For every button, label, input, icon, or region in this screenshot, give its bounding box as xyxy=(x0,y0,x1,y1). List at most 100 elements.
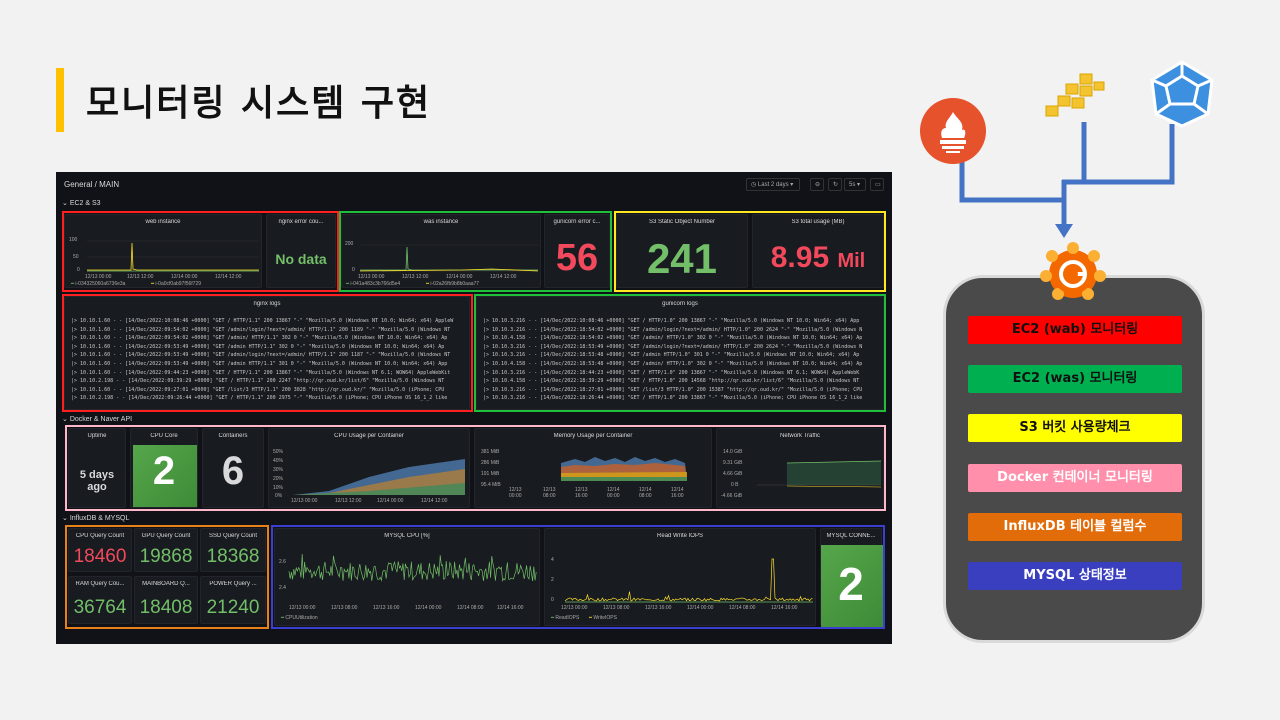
dashboard-breadcrumb[interactable]: General / MAIN xyxy=(64,180,119,189)
power-query-value: 21240 xyxy=(206,597,260,618)
x-tick: 12/14 12:00 xyxy=(490,274,517,280)
log-line: |> 10.10.3.216 - - [14/Dec/2022:18:54:02… xyxy=(483,326,863,333)
panel-gpu-query[interactable]: GPU Query Count 19868 xyxy=(134,528,198,572)
log-line: |> 10.10.4.158 - - [14/Dec/2022:18:54:02… xyxy=(483,335,863,342)
zoom-out-icon[interactable]: ⊖ xyxy=(810,178,824,191)
legend-item[interactable]: ━ i-02a26fb9b8b0aaa77 xyxy=(426,281,479,287)
section-ec2[interactable]: ⌄ EC2 & S3 xyxy=(62,199,101,207)
legend-item[interactable]: ━ i-034325060a6736e3a xyxy=(71,281,125,287)
panel-nginx-error[interactable]: nginx error cou... No data xyxy=(266,214,336,288)
network-chart xyxy=(757,460,882,488)
panel-cpu-core[interactable]: CPU Core 2 xyxy=(130,428,198,508)
x-tick: 12/13 12:00 xyxy=(402,274,429,280)
dashboard-topbar: General / MAIN ◷ Last 2 days ▾ ⊖ ↻ 5s ▾ … xyxy=(56,172,892,196)
x-tick: 12/14 00:00 xyxy=(171,274,198,280)
log-line: |> 10.10.3.216 - - [14/Dec/2022:18:27:01… xyxy=(483,386,863,393)
panel-mysql-connections[interactable]: MYSQL CONNE... 2 xyxy=(820,528,883,627)
dodecahedron-icon xyxy=(1146,58,1218,130)
panel-title: GPU Query Count xyxy=(141,533,191,539)
panel-mysql-cpu[interactable]: MYSQL CPU [%] 2.6 2.4 12/13 00:00 12/13 … xyxy=(274,528,540,626)
legend-item-2: EC2 (was) 모니터링 xyxy=(968,365,1182,393)
legend-item-5: InfluxDB 테이블 컬럼수 xyxy=(968,513,1182,541)
panel-s3-objects[interactable]: S3 Static Object Number 241 xyxy=(616,214,748,288)
grafana-icon xyxy=(1040,238,1106,304)
cpu-query-value: 18460 xyxy=(73,546,127,567)
ssd-query-value: 18368 xyxy=(206,546,260,567)
x-tick: 12/13 00:00 xyxy=(561,605,588,611)
legend-item[interactable]: ━ CPUUtilization xyxy=(281,615,318,621)
panel-mainboard-query[interactable]: MAINBOARD Q... 18408 xyxy=(134,576,198,624)
x-tick: 12/13 08:00 xyxy=(543,487,556,499)
x-tick: 12/13 00:00 xyxy=(509,487,522,499)
panel-s3-usage[interactable]: S3 total usage (MB) 8.95 Mil xyxy=(752,214,884,288)
panel-network-traffic[interactable]: Network Traffic 14.0 GiB 9.31 GiB 4.66 G… xyxy=(716,428,884,508)
refresh-icon[interactable]: ↻ xyxy=(828,178,842,191)
x-tick: 12/13 08:00 xyxy=(603,605,630,611)
gpu-query-value: 19868 xyxy=(139,546,193,567)
panel-memory-per-container[interactable]: Memory Usage per Container 381 MiB 286 M… xyxy=(474,428,712,508)
x-tick: 12/14 00:00 xyxy=(607,487,620,499)
panel-ram-query[interactable]: RAM Query Cou... 36764 xyxy=(68,576,132,624)
log-line: |> 10.10.1.60 - - [14/Dec/2022:09:44:23 … xyxy=(71,369,451,376)
log-line: |> 10.10.3.216 - - [14/Dec/2022:18:26:44… xyxy=(483,395,863,402)
legend-item[interactable]: ━ ReadIOPS xyxy=(551,615,579,621)
tv-mode-icon[interactable]: ▭ xyxy=(870,178,884,191)
panel-title: CPU Core xyxy=(150,433,178,439)
panel-gunicorn-error[interactable]: gunicorn error c... 56 xyxy=(544,214,610,288)
gunicorn-error-value: 56 xyxy=(555,237,599,279)
panel-web-instance[interactable]: web instance 100 50 0 12/13 00:00 12/13 … xyxy=(64,214,262,288)
legend-item-1: EC2 (wab) 모니터링 xyxy=(968,316,1182,344)
panel-was-instance[interactable]: was instance 200 0 12/13 00:00 12/13 12:… xyxy=(341,214,541,288)
section-docker[interactable]: ⌄ Docker & Naver API xyxy=(62,415,132,423)
x-tick: 12/14 08:00 xyxy=(457,605,484,611)
refresh-interval[interactable]: 5s ▾ xyxy=(844,178,866,191)
influxdb-cubes-icon xyxy=(1044,72,1106,120)
panel-uptime[interactable]: Uptime 5 days ago xyxy=(68,428,126,508)
legend-item[interactable]: ━ i-041a483c3b766d5e4 xyxy=(346,281,400,287)
log-line: |> 10.10.3.216 - - [14/Dec/2022:18:53:49… xyxy=(483,343,863,350)
mysql-cpu-line xyxy=(288,554,537,582)
panel-title: nginx logs xyxy=(253,301,281,307)
panel-cpu-per-container[interactable]: CPU Usage per Container 50% 40% 30% 20% … xyxy=(268,428,470,508)
log-line: |> 10.10.2.198 - - [14/Dec/2022:09:39:29… xyxy=(71,378,445,385)
connector-line xyxy=(959,162,1062,203)
nginx-error-value: No data xyxy=(275,251,327,267)
x-tick: 12/14 12:00 xyxy=(215,274,242,280)
gunicorn-log-lines: |> 10.10.3.216 - - [14/Dec/2022:10:08:46… xyxy=(483,317,879,403)
mainboard-query-value: 18408 xyxy=(139,597,193,618)
uptime-value: 5 days ago xyxy=(79,469,115,493)
panel-title: S3 Static Object Number xyxy=(648,219,716,225)
panel-title: S3 total usage (MB) xyxy=(791,219,845,225)
panel-read-write-iops[interactable]: Read Write IOPS 4 2 0 12/13 00:00 12/13 … xyxy=(544,528,816,626)
x-tick: 12/14 00:00 xyxy=(377,498,404,504)
panel-cpu-query[interactable]: CPU Query Count 18460 xyxy=(68,528,132,572)
write-iops-line xyxy=(564,558,813,602)
panel-title: gunicorn logs xyxy=(662,301,698,307)
log-line: |> 10.10.3.216 - - [14/Dec/2022:18:53:48… xyxy=(483,352,860,359)
slide-title: 모니터링 시스템 구현 xyxy=(86,83,432,124)
log-line: |> 10.10.1.60 - - [14/Dec/2022:10:08:46 … xyxy=(71,318,454,324)
x-tick: 12/13 12:00 xyxy=(127,274,154,280)
legend-item[interactable]: ━ WriteIOPS xyxy=(589,615,617,621)
panel-ssd-query[interactable]: SSD Query Count 18368 xyxy=(200,528,266,572)
legend-item[interactable]: ━ i-0a0cf0ab97f56f729 xyxy=(151,281,201,287)
panel-power-query[interactable]: POWER Query ... 21240 xyxy=(200,576,266,624)
cpu-core-value: 2 xyxy=(152,449,176,493)
time-range-label: Last 2 days xyxy=(757,182,789,188)
log-line: |> 10.10.4.158 - - [14/Dec/2022:18:39:29… xyxy=(483,378,860,385)
arrow-head-icon xyxy=(1055,224,1073,238)
panel-gunicorn-logs[interactable]: gunicorn logs |> 10.10.3.216 - - [14/Dec… xyxy=(476,296,884,410)
nginx-log-lines: |> 10.10.1.60 - - [14/Dec/2022:10:08:46 … xyxy=(71,317,465,403)
panel-nginx-logs[interactable]: nginx logs |> 10.10.1.60 - - [14/Dec/202… xyxy=(64,296,470,410)
panel-containers[interactable]: Containers 6 xyxy=(202,428,264,508)
panel-title: SSD Query Count xyxy=(208,533,258,539)
x-tick: 12/14 08:00 xyxy=(639,487,652,499)
section-influx[interactable]: ⌄ InfluxDB & MYSQL xyxy=(62,514,129,522)
cpu-container-chart xyxy=(293,459,465,495)
x-tick: 12/14 16:00 xyxy=(671,487,684,499)
panel-title: gunicorn error c... xyxy=(553,219,601,225)
time-range-picker[interactable]: ◷ Last 2 days ▾ xyxy=(746,178,800,191)
x-tick: 12/13 00:00 xyxy=(85,274,112,280)
log-line: |> 10.10.4.158 - - [14/Dec/2022:18:53:48… xyxy=(483,360,863,367)
mysql-conn-value: 2 xyxy=(838,558,864,610)
